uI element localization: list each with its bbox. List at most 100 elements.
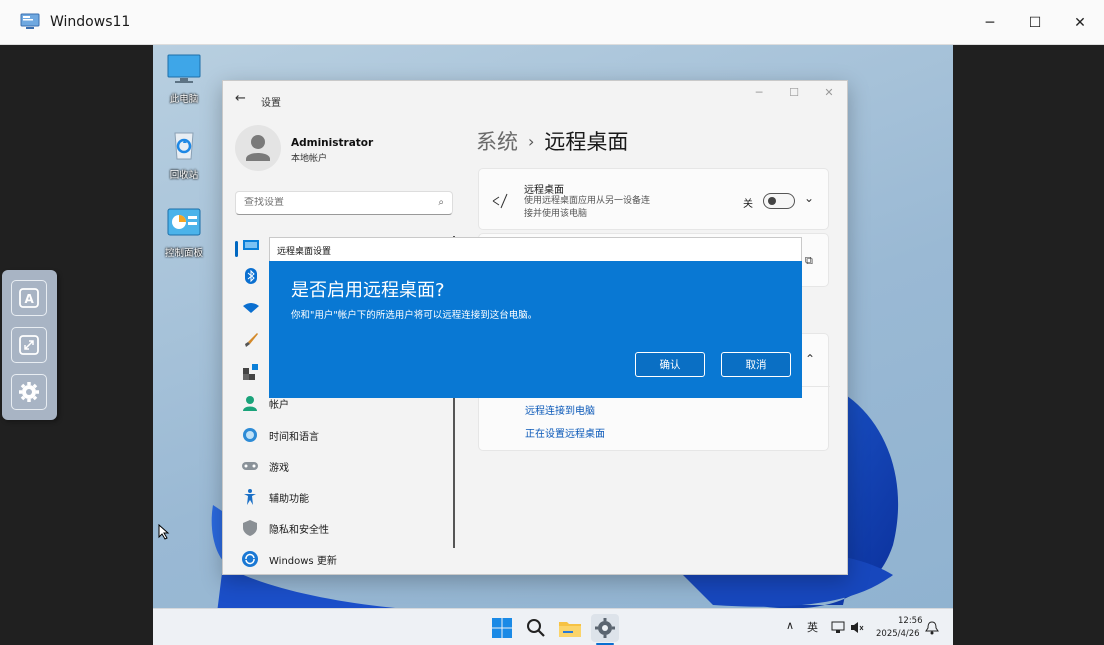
user-silhouette-icon — [246, 135, 270, 161]
clock-date[interactable]: 2025/4/26 — [876, 629, 920, 639]
avatar[interactable] — [235, 125, 281, 171]
windows-logo-icon — [492, 618, 512, 638]
wifi-icon — [243, 303, 259, 313]
host-maximize-button[interactable]: ☐ — [1021, 10, 1049, 36]
svg-text:A: A — [25, 292, 35, 306]
confirm-button[interactable]: 确认 — [635, 352, 705, 377]
nav-item-time-language[interactable]: 时间和语言 — [241, 424, 451, 446]
back-button[interactable]: ← — [235, 91, 246, 106]
nav-item-label: 辅助功能 — [269, 494, 309, 505]
nav-item-label: 时间和语言 — [269, 432, 319, 443]
account-icon — [243, 396, 257, 411]
nav-item-privacy[interactable]: 隐私和安全性 — [241, 517, 451, 539]
remote-desktop-title: 远程桌面 — [524, 185, 564, 196]
desktop-icon-this-pc[interactable]: 此电脑 — [153, 53, 215, 105]
nav-item-label: 隐私和安全性 — [269, 525, 329, 536]
vm-app-icon — [20, 13, 40, 29]
remote-desktop-toggle[interactable] — [763, 193, 795, 209]
nav-active-indicator — [235, 241, 238, 257]
external-link-icon: ⧉ — [805, 254, 813, 267]
settings-window: ← 设置 ─ ☐ ✕ Administrator 本地帐户 ⌕ 帐户 时 — [222, 80, 848, 575]
gear-icon — [595, 618, 615, 638]
ime-indicator[interactable]: 英 — [807, 619, 818, 635]
desktop-icon-recycle-bin[interactable]: 回收站 — [153, 129, 215, 181]
accessibility-icon — [244, 489, 256, 505]
page-title: 远程桌面 — [544, 130, 629, 154]
recycle-bin-icon — [174, 132, 194, 160]
taskbar: ∧ 英 12:56 2025/4/26 — [153, 608, 953, 645]
dialog-message: 你和"用户"帐户下的所选用户将可以远程连接到这台电脑。 — [291, 310, 538, 321]
toolbar-settings-button[interactable] — [11, 374, 47, 410]
host-minimize-button[interactable]: ─ — [976, 10, 1004, 36]
network-icon[interactable] — [831, 621, 845, 634]
gear-icon — [19, 382, 39, 402]
user-account-type: 本地帐户 — [291, 154, 328, 164]
volume-muted-icon[interactable] — [850, 621, 864, 634]
settings-taskbar-button[interactable] — [591, 614, 619, 642]
settings-maximize-button[interactable]: ☐ — [782, 86, 806, 102]
settings-minimize-button[interactable]: ─ — [747, 86, 771, 102]
settings-search[interactable]: ⌕ — [235, 191, 453, 215]
breadcrumb: 系统 › 远程桌面 — [476, 126, 628, 156]
toggle-state-label: 关 — [743, 199, 753, 210]
nav-item-gaming[interactable]: 游戏 — [241, 455, 451, 477]
nav-item-accessibility[interactable]: 辅助功能 — [241, 486, 451, 508]
settings-window-title: 设置 — [261, 98, 281, 109]
chevron-down-icon[interactable]: ⌄ — [804, 191, 814, 205]
start-button[interactable] — [488, 614, 516, 642]
dialog-heading: 是否启用远程桌面? — [291, 280, 445, 301]
settings-close-button[interactable]: ✕ — [817, 86, 841, 102]
privacy-shield-icon — [243, 520, 257, 536]
confirm-dialog: 是否启用远程桌面? 你和"用户"帐户下的所选用户将可以远程连接到这台电脑。 确认… — [269, 261, 802, 398]
monitor-icon — [167, 54, 201, 83]
help-link-connect[interactable]: 远程连接到电脑 — [525, 402, 595, 417]
nav-item-label: 帐户 — [269, 400, 289, 411]
nav-item-windows-update[interactable]: Windows 更新 — [241, 548, 451, 570]
mouse-cursor-icon — [158, 524, 170, 540]
breadcrumb-parent[interactable]: 系统 — [476, 130, 518, 154]
desktop-icon-label: 回收站 — [169, 170, 199, 181]
host-close-button[interactable]: ✕ — [1066, 10, 1094, 36]
tray-chevron-icon[interactable]: ∧ — [786, 619, 794, 632]
remote-desktop-card: 远程桌面 使用远程桌面应用从另一设备连 接并使用该电脑 关 ⌄ — [478, 168, 829, 230]
time-language-icon — [243, 428, 257, 442]
notification-bell-icon[interactable] — [925, 621, 939, 635]
dialog-window-title: 远程桌面设置 — [277, 247, 332, 257]
user-name: Administrator — [291, 137, 374, 149]
chevron-up-icon[interactable]: ⌃ — [805, 352, 815, 366]
remote-desktop-desc-line2: 接并使用该电脑 — [524, 209, 588, 219]
search-taskbar-button[interactable] — [522, 614, 550, 642]
keyboard-input-button[interactable]: A — [11, 280, 47, 316]
resize-icon — [19, 335, 39, 355]
host-window-title: Windows11 — [50, 14, 131, 30]
search-input[interactable] — [244, 197, 424, 208]
search-icon — [527, 619, 545, 637]
host-titlebar: Windows11 ─ ☐ ✕ — [0, 0, 1104, 45]
breadcrumb-separator: › — [528, 132, 535, 151]
help-link-setup[interactable]: 正在设置远程桌面 — [525, 425, 605, 440]
nav-item-label: Windows 更新 — [269, 556, 337, 567]
cancel-button[interactable]: 取消 — [721, 352, 791, 377]
personalization-brush-icon — [245, 333, 258, 347]
floating-toolbar: A — [2, 270, 57, 420]
desktop-icon-label: 此电脑 — [169, 94, 199, 105]
bluetooth-icon — [245, 268, 257, 284]
resize-display-button[interactable] — [11, 327, 47, 363]
gaming-icon — [242, 462, 258, 470]
remote-desktop-icon — [492, 193, 508, 209]
desktop-icon-label: 控制面板 — [164, 248, 203, 259]
folder-icon — [559, 622, 581, 637]
nav-item-label: 游戏 — [269, 463, 289, 474]
apps-icon — [243, 364, 258, 380]
control-panel-icon — [167, 208, 201, 236]
system-icon — [243, 240, 259, 250]
dialog-titlebar: 远程桌面设置 — [269, 237, 802, 261]
remote-desktop-desc-line1: 使用远程桌面应用从另一设备连 — [524, 196, 651, 206]
windows-update-icon — [242, 551, 258, 567]
clock-time[interactable]: 12:56 — [898, 616, 923, 626]
keyboard-a-icon: A — [19, 288, 39, 308]
vm-screen[interactable]: 此电脑 回收站 控制面板 ← 设置 ─ ☐ ✕ Administrator 本地… — [153, 45, 953, 645]
search-icon: ⌕ — [438, 197, 444, 208]
desktop-icon-control-panel[interactable]: 控制面板 — [153, 207, 215, 259]
file-explorer-button[interactable] — [556, 614, 584, 642]
